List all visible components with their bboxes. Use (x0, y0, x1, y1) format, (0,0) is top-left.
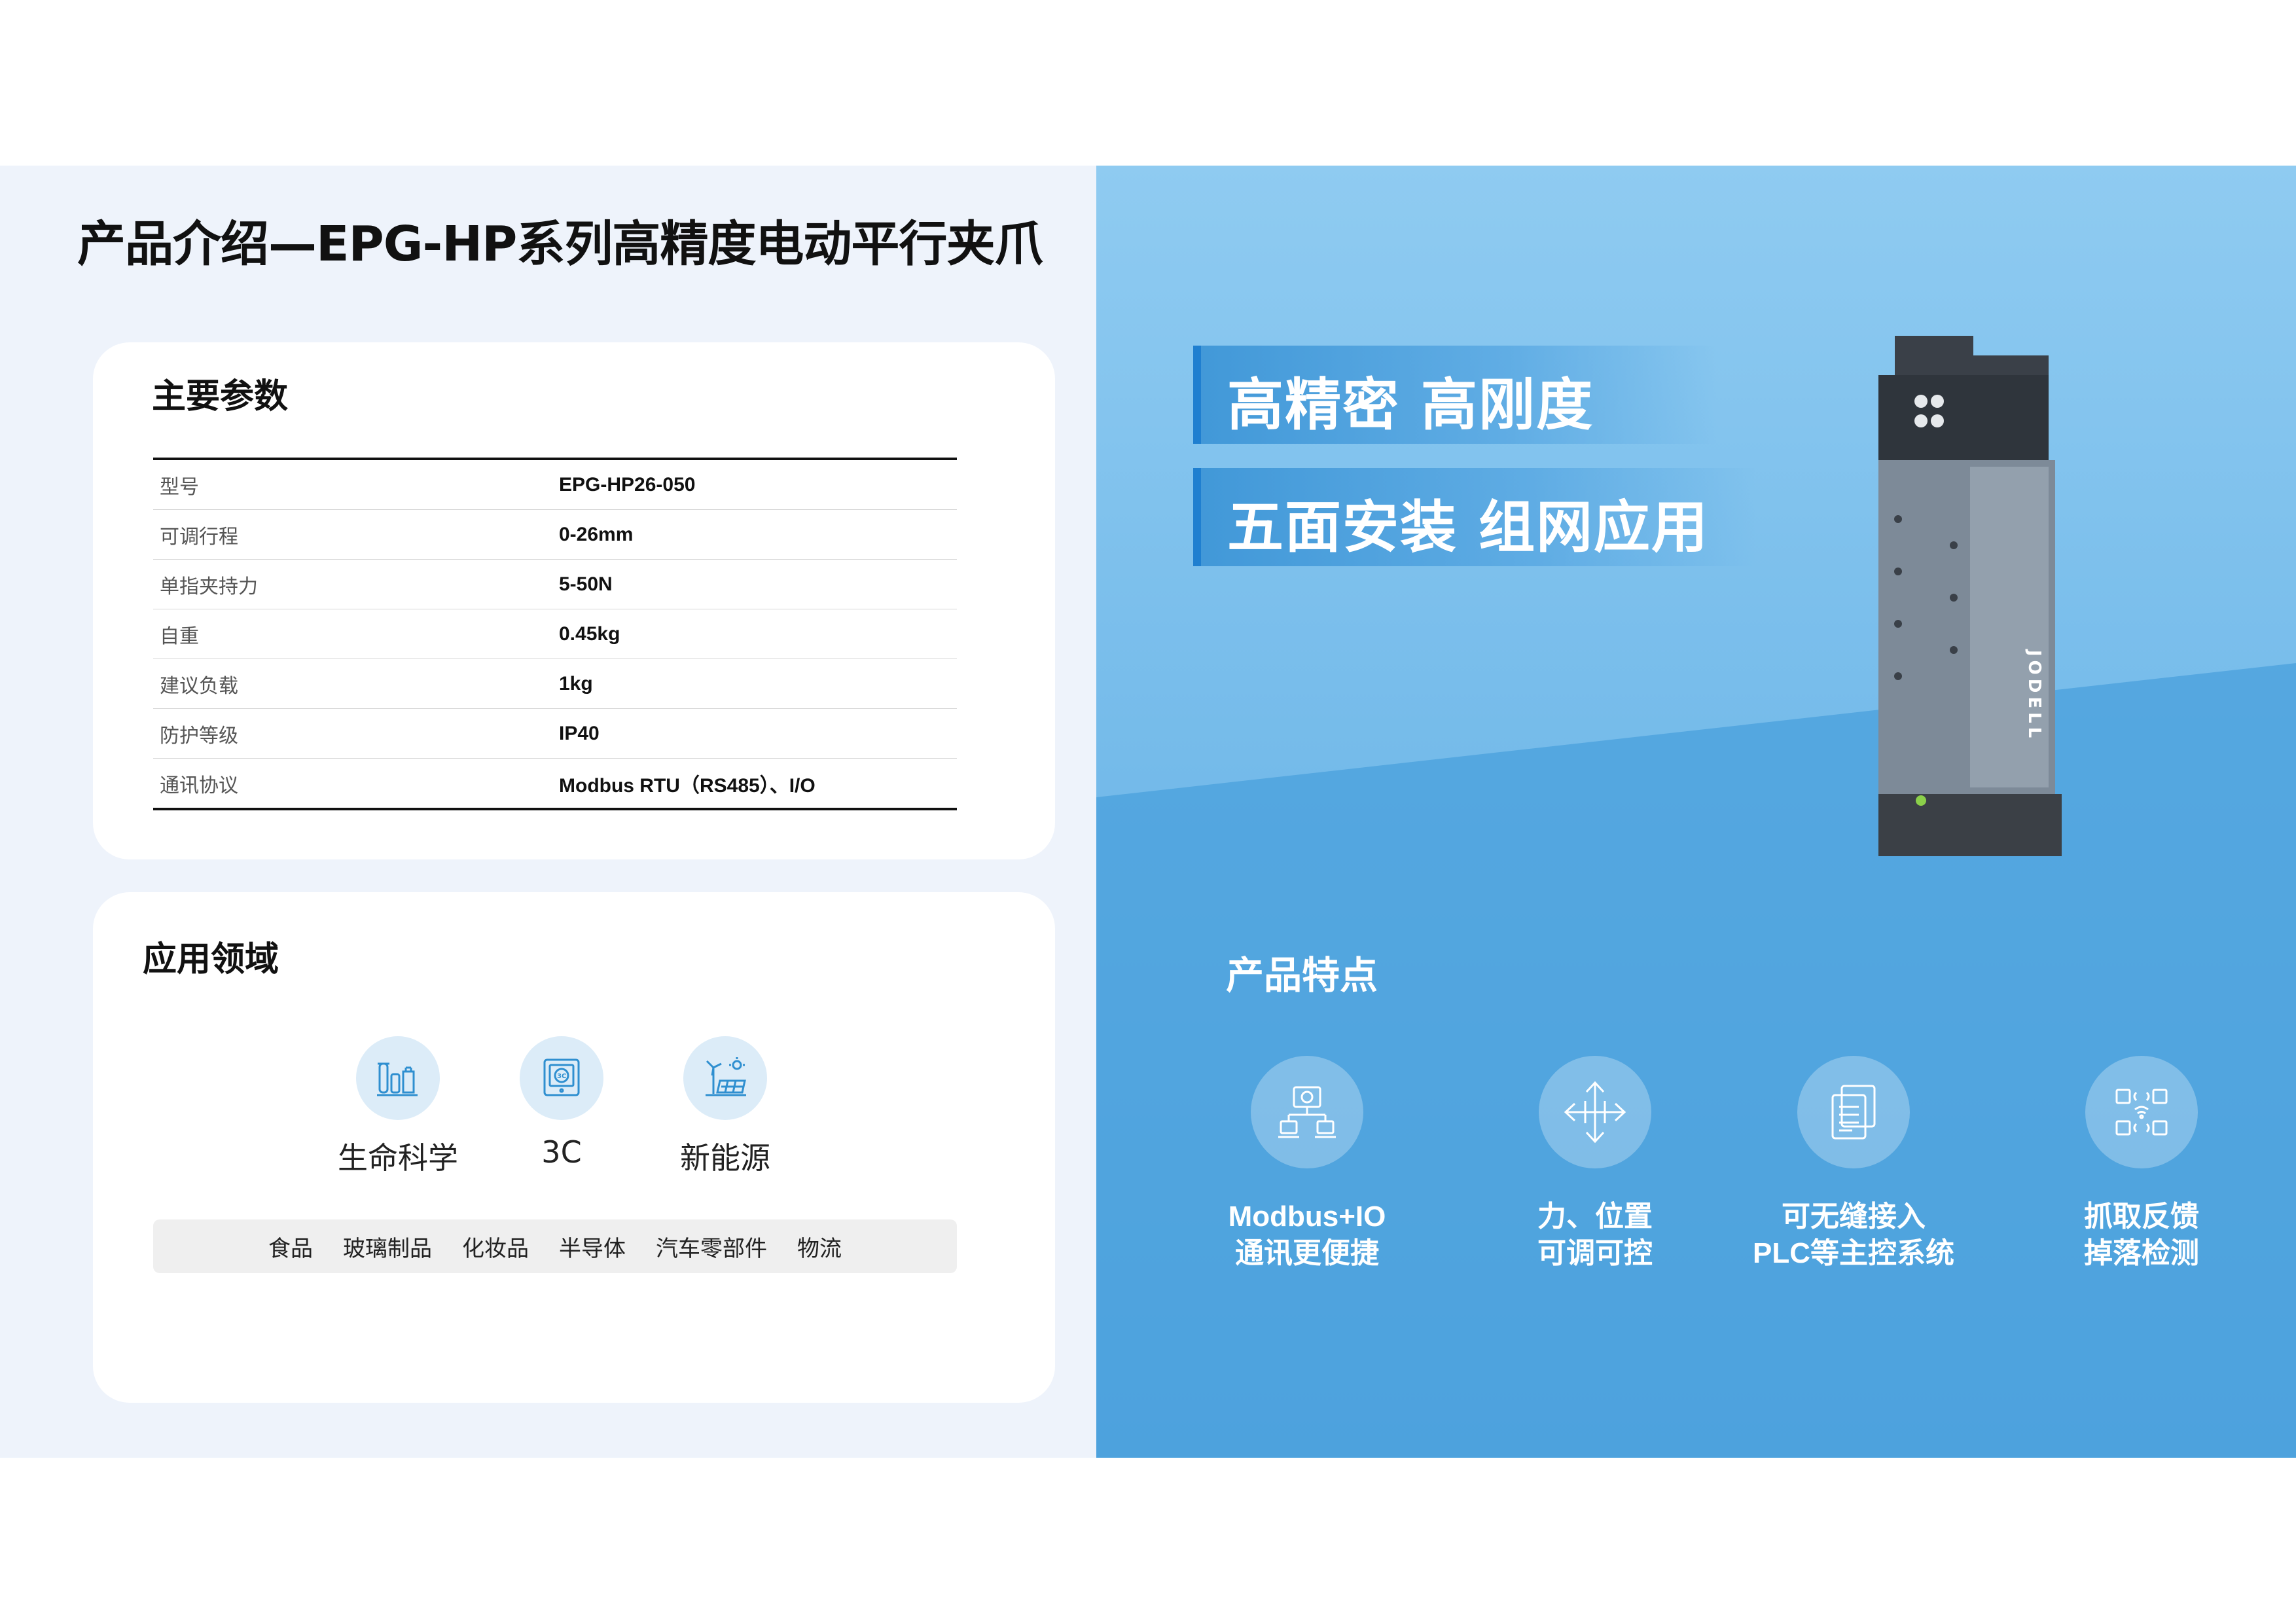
feature-line: 可无缝接入 (1782, 1200, 1926, 1233)
param-value: EPG-HP26-050 (552, 459, 957, 510)
param-label: 通讯协议 (160, 774, 238, 797)
param-value: 1kg (552, 659, 957, 709)
parameters-table: 型号 EPG-HP26-050 可调行程 0-26mm 单指夹持力 5-50N … (153, 458, 957, 810)
feature-text: 抓取反馈 掉落检测 (2011, 1199, 2272, 1272)
param-label: 可调行程 (153, 509, 552, 560)
slide: 产品介绍—EPG-HP系列高精度电动平行夹爪 主要参数 型号 EPG-HP26-… (0, 166, 2296, 1458)
feature-modbus-io: Modbus+IO 通讯更便捷 (1176, 1056, 1438, 1272)
application-item-3c: 3C 3C (483, 1036, 640, 1170)
table-row: 型号 EPG-HP26-050 (153, 459, 957, 510)
table-row: 单指夹持力 5-50N (153, 559, 957, 609)
param-label: 型号 (153, 459, 552, 510)
left-panel: 产品介绍—EPG-HP系列高精度电动平行夹爪 主要参数 型号 EPG-HP26-… (0, 166, 1096, 1458)
param-label: 建议负载 (153, 659, 552, 709)
application-item-life-science: 生命科学 (319, 1036, 476, 1178)
3c-device-icon: 3C (520, 1036, 603, 1120)
table-row: 通讯协议 Modbus RTU（RS485）、I/O (153, 759, 957, 810)
gripper-product-image: JODELL (1878, 336, 2062, 856)
svg-text:3C: 3C (557, 1073, 566, 1080)
param-label: 防护等级 (153, 708, 552, 759)
feature-line: 力、位置 (1537, 1200, 1653, 1233)
table-row: 可调行程 0-26mm (153, 509, 957, 560)
wind-solar-icon (683, 1036, 767, 1120)
feature-text: Modbus+IO 通讯更便捷 (1176, 1199, 1438, 1272)
table-row: 建议负载 1kg (153, 659, 957, 709)
parameters-title: 主要参数 (152, 377, 289, 416)
slogan-text: 五面安装 组网应用 (1227, 495, 1709, 560)
application-item-new-energy: 新能源 (647, 1036, 804, 1178)
table-row: 防护等级 IP40 (153, 708, 957, 759)
application-label: 3C (541, 1134, 582, 1170)
param-value: Modbus RTU（RS485）、I/O (559, 774, 816, 797)
param-label: 自重 (153, 609, 552, 659)
applications-card: 应用领域 生命科学 3C 3C 新能源 食品 玻璃制品 化妆品 半导体 汽车零部… (93, 892, 1055, 1403)
application-label: 生命科学 (338, 1140, 458, 1176)
feature-line: 抓取反馈 (2084, 1200, 2199, 1233)
feature-force-position: 力、位置 可调可控 (1464, 1056, 1726, 1272)
feature-line: 可调可控 (1537, 1237, 1653, 1269)
feature-plc-integration: 可无缝接入 PLC等主控系统 (1723, 1056, 1984, 1272)
features-title: 产品特点 (1226, 953, 1378, 998)
slogan-banner: 高精密 高刚度 (1193, 346, 1717, 444)
network-devices-icon (1251, 1056, 1363, 1168)
feature-line: PLC等主控系统 (1753, 1237, 1954, 1269)
industry-tag: 玻璃制品 (343, 1235, 432, 1262)
param-value: IP40 (552, 708, 957, 759)
industry-tag: 化妆品 (462, 1235, 529, 1262)
sensor-chips-icon (2085, 1056, 2198, 1168)
industry-tag: 汽车零部件 (656, 1235, 767, 1262)
documents-icon (1797, 1056, 1910, 1168)
application-label: 新能源 (680, 1140, 770, 1176)
industry-tag: 物流 (797, 1235, 842, 1262)
param-label: 单指夹持力 (153, 559, 552, 609)
feature-grip-feedback: 抓取反馈 掉落检测 (2011, 1056, 2272, 1272)
slogan-text: 高精密 高刚度 (1227, 372, 1594, 438)
feature-line: 通讯更便捷 (1235, 1237, 1379, 1269)
param-value: 5-50N (552, 559, 957, 609)
page-title: 产品介绍—EPG-HP系列高精度电动平行夹爪 (77, 216, 1043, 272)
feature-text: 可无缝接入 PLC等主控系统 (1723, 1199, 1984, 1272)
industries-bar: 食品 玻璃制品 化妆品 半导体 汽车零部件 物流 (153, 1219, 957, 1273)
applications-title: 应用领域 (143, 940, 279, 979)
param-value: 0-26mm (552, 509, 957, 560)
feature-line: Modbus+IO (1228, 1200, 1386, 1233)
product-brand-text: JODELL (2024, 649, 2044, 742)
param-value: 0.45kg (552, 609, 957, 659)
feature-line: 掉落检测 (2084, 1237, 2199, 1269)
slogan-banner: 五面安装 组网应用 (1193, 468, 1756, 566)
industry-tag: 半导体 (559, 1235, 626, 1262)
test-tubes-icon (356, 1036, 440, 1120)
parameters-card: 主要参数 型号 EPG-HP26-050 可调行程 0-26mm 单指夹持力 5… (93, 342, 1055, 859)
feature-text: 力、位置 可调可控 (1464, 1199, 1726, 1272)
industry-tag: 食品 (268, 1235, 313, 1262)
table-row: 自重 0.45kg (153, 609, 957, 659)
four-way-arrows-icon (1539, 1056, 1651, 1168)
